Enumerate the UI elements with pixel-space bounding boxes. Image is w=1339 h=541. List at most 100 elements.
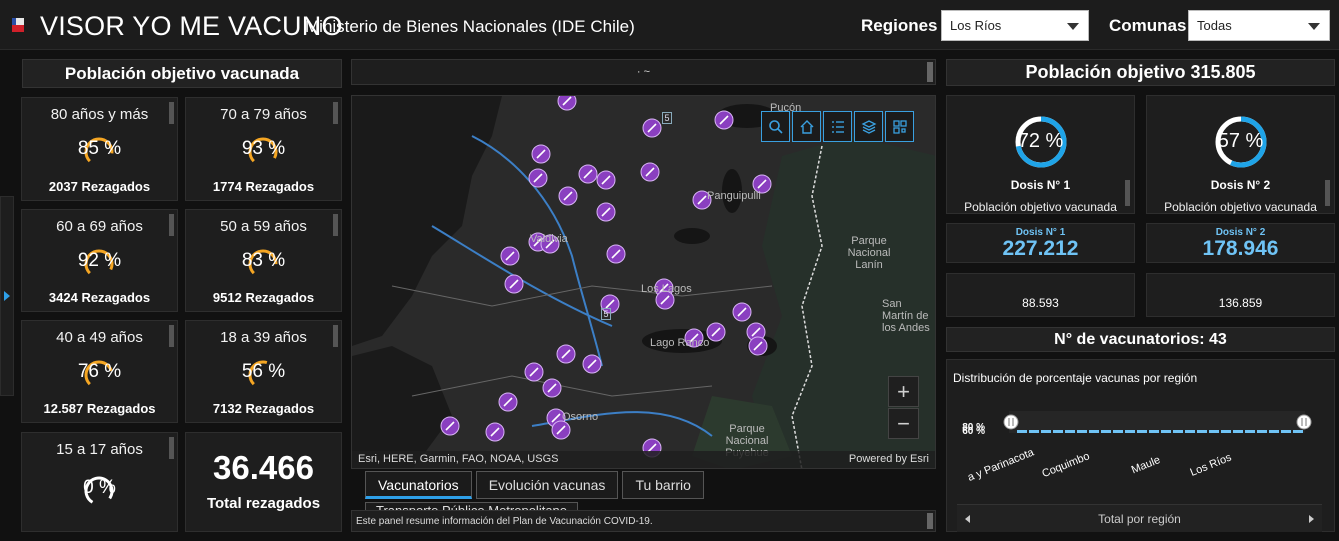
range-slider-left-handle[interactable] — [1003, 414, 1019, 430]
route-5-label: 5 — [664, 113, 670, 123]
chart-bar — [1257, 430, 1267, 433]
vaccination-site-marker[interactable] — [500, 246, 520, 266]
chart-footer: Total por región — [957, 504, 1322, 532]
map-search-button[interactable] — [761, 111, 790, 142]
regiones-select[interactable]: Los Ríos — [941, 10, 1089, 41]
scrollbar[interactable] — [1125, 180, 1130, 206]
app-header: VISOR YO ME VACUNO Ministerio de Bienes … — [0, 0, 1339, 50]
age-pct: 76 % — [77, 361, 122, 382]
chart-canvas: 80 % 60 % a y Parinacota Coquimbo Maule Los… — [962, 411, 1312, 484]
vaccination-site-marker[interactable] — [582, 354, 602, 374]
vaccination-site-marker[interactable] — [542, 378, 562, 398]
vaccination-site-marker[interactable] — [640, 162, 660, 182]
map-layers-button[interactable] — [854, 111, 883, 142]
attribution-text: Esri, HERE, Garmin, FAO, NOAA, USGS — [358, 453, 559, 465]
y-tick-label: 60 % — [962, 426, 985, 437]
count-card-4-value: 136.859 — [1218, 296, 1263, 310]
age-label: 18 a 39 años — [220, 329, 307, 346]
comunas-label: Comunas — [1109, 16, 1187, 35]
dose1-sub: Población objetivo vacunada — [964, 200, 1117, 214]
chart-bar — [1053, 430, 1063, 433]
vaccination-site-marker[interactable] — [558, 186, 578, 206]
side-panel-toggle[interactable] — [0, 196, 14, 396]
vaccination-site-marker[interactable] — [706, 322, 726, 342]
map-home-button[interactable] — [792, 111, 821, 142]
vaccination-site-marker[interactable] — [578, 164, 598, 184]
vaccination-site-marker[interactable] — [524, 362, 544, 382]
age-card-70-79: 70 a 79 años 93 % 1774 Rezagados — [185, 97, 342, 201]
vaccination-site-marker[interactable] — [528, 168, 548, 188]
vaccination-site-marker[interactable] — [714, 110, 734, 130]
qr-icon — [892, 119, 907, 134]
chile-flag-icon — [12, 18, 24, 32]
regiones-label: Regiones — [861, 16, 938, 35]
scrollbar[interactable] — [927, 62, 933, 82]
chart-bar — [1281, 430, 1291, 433]
vaccination-site-marker[interactable] — [504, 274, 524, 294]
age-label: 40 a 49 años — [56, 329, 143, 346]
age-card-50-59: 50 a 59 años 83 % 9512 Rezagados — [185, 209, 342, 312]
vaccination-site-marker[interactable] — [642, 118, 662, 138]
vaccination-site-marker[interactable] — [596, 170, 616, 190]
vaccination-site-marker[interactable] — [596, 202, 616, 222]
age-label: 70 a 79 años — [220, 106, 307, 123]
range-slider-right-handle[interactable] — [1296, 414, 1312, 430]
route-5-shield-icon: 5 — [601, 308, 611, 320]
tab-vacunatorios[interactable]: Vacunatorios — [365, 471, 472, 499]
chart-bar — [1293, 430, 1303, 433]
footer-info-strip: Este panel resume información del Plan d… — [351, 510, 936, 532]
total-rezagados-label: Total rezagados — [206, 495, 321, 512]
vaccination-map[interactable]: 5 5 Pucón Panguipulli Valdivia Los Lagos… — [351, 95, 936, 469]
chart-bar — [1233, 430, 1243, 433]
tab-tu-barrio[interactable]: Tu barrio — [622, 471, 704, 499]
powered-by-esri[interactable]: Powered by Esri — [849, 453, 929, 465]
chart-plot-area — [1009, 411, 1305, 433]
vaccination-site-marker[interactable] — [606, 244, 626, 264]
scrollbar[interactable] — [1325, 180, 1330, 206]
chevron-right-icon[interactable] — [1309, 515, 1314, 523]
chart-bar — [1077, 430, 1087, 433]
vaccination-site-marker[interactable] — [531, 144, 551, 164]
chevron-left-icon[interactable] — [965, 515, 970, 523]
regiones-selected-value: Los Ríos — [950, 18, 1002, 33]
chart-bar — [1197, 430, 1207, 433]
chart-bar — [1185, 430, 1195, 433]
age-rezagados: 1774 Rezagados — [212, 179, 315, 194]
list-icon — [831, 120, 844, 133]
map-qr-button[interactable] — [885, 111, 914, 142]
dose1-count-value: 227.212 — [1002, 237, 1079, 260]
age-card-18-39: 18 a 39 años 56 % 7132 Rezagados — [185, 320, 342, 423]
age-card-60-69: 60 a 69 años 92 % 3424 Rezagados — [21, 209, 178, 312]
zoom-out-button[interactable]: − — [888, 408, 919, 439]
chart-bar — [1089, 430, 1099, 433]
chart-bar — [1209, 430, 1219, 433]
search-icon — [768, 119, 783, 134]
map-top-strip-text: · ~ — [636, 66, 651, 78]
comunas-select[interactable]: Todas — [1188, 10, 1330, 41]
vaccination-site-marker[interactable] — [732, 302, 752, 322]
chevron-right-icon — [4, 291, 10, 301]
age-label: 15 a 17 años — [56, 441, 143, 458]
vaccination-site-marker[interactable] — [557, 96, 577, 111]
age-rezagados: 3424 Rezagados — [48, 290, 151, 305]
age-rezagados: 12.587 Rezagados — [43, 401, 156, 416]
dose2-count-card: Dosis N° 2 178.946 — [1146, 223, 1335, 263]
vaccination-site-marker[interactable] — [551, 420, 571, 440]
map-legend-button[interactable] — [823, 111, 852, 142]
tab-evolucion-vacunas[interactable]: Evolución vacunas — [475, 471, 619, 499]
vaccination-site-marker[interactable] — [440, 416, 460, 436]
dose2-count-value: 178.946 — [1202, 237, 1279, 260]
dose2-pct: 57 % — [1217, 130, 1264, 152]
vaccination-site-marker[interactable] — [748, 336, 768, 356]
zoom-in-button[interactable]: + — [888, 376, 919, 407]
x-tick-label: Los Ríos — [1188, 451, 1233, 479]
vaccination-site-marker[interactable] — [485, 422, 505, 442]
dose2-sub: Población objetivo vacunada — [1164, 200, 1317, 214]
age-card-40-49: 40 a 49 años 76 % 12.587 Rezagados — [21, 320, 178, 423]
map-attribution: Esri, HERE, Garmin, FAO, NOAA, USGS Powe… — [352, 451, 935, 468]
dose2-card: 57 % Dosis N° 2 Población objetivo vacun… — [1146, 95, 1335, 214]
chart-bar — [1269, 430, 1279, 433]
vaccination-site-marker[interactable] — [498, 392, 518, 412]
scrollbar[interactable] — [927, 513, 933, 529]
vaccination-site-marker[interactable] — [556, 344, 576, 364]
